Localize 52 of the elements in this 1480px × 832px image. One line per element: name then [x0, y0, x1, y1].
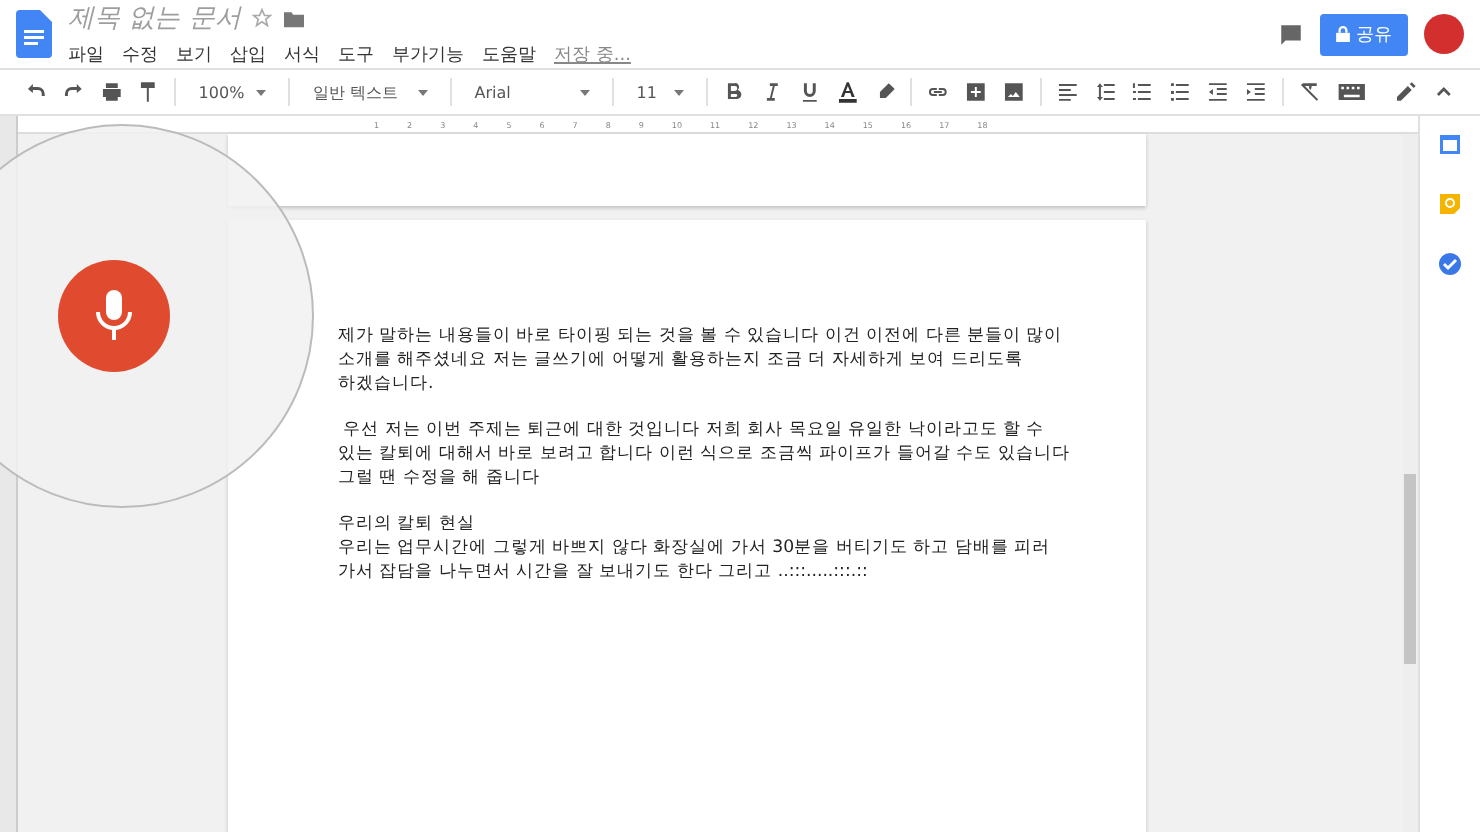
menu-item[interactable]: 보기: [176, 42, 212, 68]
add-comment-icon[interactable]: [964, 80, 989, 104]
zoom-dropdown[interactable]: 100%: [190, 83, 275, 101]
menu-item[interactable]: 수정: [122, 42, 158, 68]
line-spacing-icon[interactable]: [1093, 80, 1117, 104]
text-line: 우리는 업무시간에 그렇게 바쁘지 않다 화장실에 가서 30분을 버티기도 하고 담배를 피러: [338, 536, 1052, 560]
share-button[interactable]: 공유: [1320, 13, 1408, 55]
text-line: 우리의 칼퇴 현실: [338, 512, 477, 536]
caret-icon: [418, 89, 429, 95]
text-line: 우선 저는 이번 주제는 퇴근에 대한 것입니다 저희 회사 목요일 유일한 낙이라고도 할 수: [341, 418, 1047, 442]
caret-icon: [674, 89, 685, 95]
page[interactable]: [228, 220, 1146, 832]
menu-item[interactable]: 파일: [68, 42, 104, 68]
menu-item[interactable]: 도구: [338, 42, 374, 68]
menu-item[interactable]: 서식: [284, 42, 320, 68]
text-color-icon[interactable]: [835, 80, 860, 104]
font-size-dropdown[interactable]: 11: [628, 83, 693, 101]
calendar-icon[interactable]: [1438, 132, 1462, 156]
menu-item[interactable]: 도움말: [482, 42, 536, 68]
bold-icon[interactable]: [722, 80, 747, 104]
bulleted-list-icon[interactable]: [1168, 80, 1193, 104]
clear-formatting-icon[interactable]: [1297, 80, 1322, 104]
text-line: 그럴 땐 수정을 해 줍니다: [338, 466, 542, 490]
style-dropdown[interactable]: 일반 텍스트: [304, 81, 437, 103]
text-line: 제가 말하는 내용들이 바로 타이핑 되는 것을 볼 수 있습니다 이건 이전에 다른 분들이 많이: [338, 324, 1065, 348]
caret-icon: [256, 89, 267, 95]
underline-icon[interactable]: [797, 80, 822, 104]
font-dropdown[interactable]: Arial: [466, 83, 599, 101]
lock-icon: [1336, 26, 1350, 42]
save-status: 저장 중...: [554, 44, 631, 68]
text-line: 가서 잡담을 나누면서 시간을 잘 보내기도 한다 그리고 ..:::.....:::.::: [338, 560, 870, 584]
text-line: 있는 칼퇴에 대해서 바로 보려고 합니다 이런 식으로 조금씩 파이프가 들어갈 수도 있습니다: [338, 442, 1072, 466]
text-line: 소개를 해주셨네요 저는 글쓰기에 어떻게 활용하는지 조금 더 자세하게 보여 드리도록: [338, 348, 1025, 372]
pencil-icon[interactable]: [1394, 80, 1419, 104]
numbered-list-icon[interactable]: [1130, 80, 1155, 104]
outdent-icon[interactable]: [1206, 80, 1230, 104]
avatar[interactable]: [1424, 14, 1464, 54]
folder-icon[interactable]: [284, 9, 305, 27]
microphone-icon: [92, 286, 136, 346]
indent-icon[interactable]: [1243, 80, 1268, 104]
align-left-icon[interactable]: [1055, 80, 1080, 104]
star-icon[interactable]: [252, 8, 273, 28]
scrollbar-thumb[interactable]: [1404, 474, 1416, 664]
docs-logo-icon[interactable]: [16, 10, 52, 58]
comment-icon[interactable]: [1278, 21, 1304, 47]
print-icon[interactable]: [99, 80, 123, 104]
text-line: 하겠습니다.: [338, 372, 436, 396]
menu-item[interactable]: 부가기능: [392, 42, 464, 68]
image-icon[interactable]: [1002, 80, 1026, 104]
check-circle-icon[interactable]: [1438, 252, 1462, 276]
caret-icon: [580, 89, 591, 95]
menu-item[interactable]: 삽입: [230, 42, 266, 68]
